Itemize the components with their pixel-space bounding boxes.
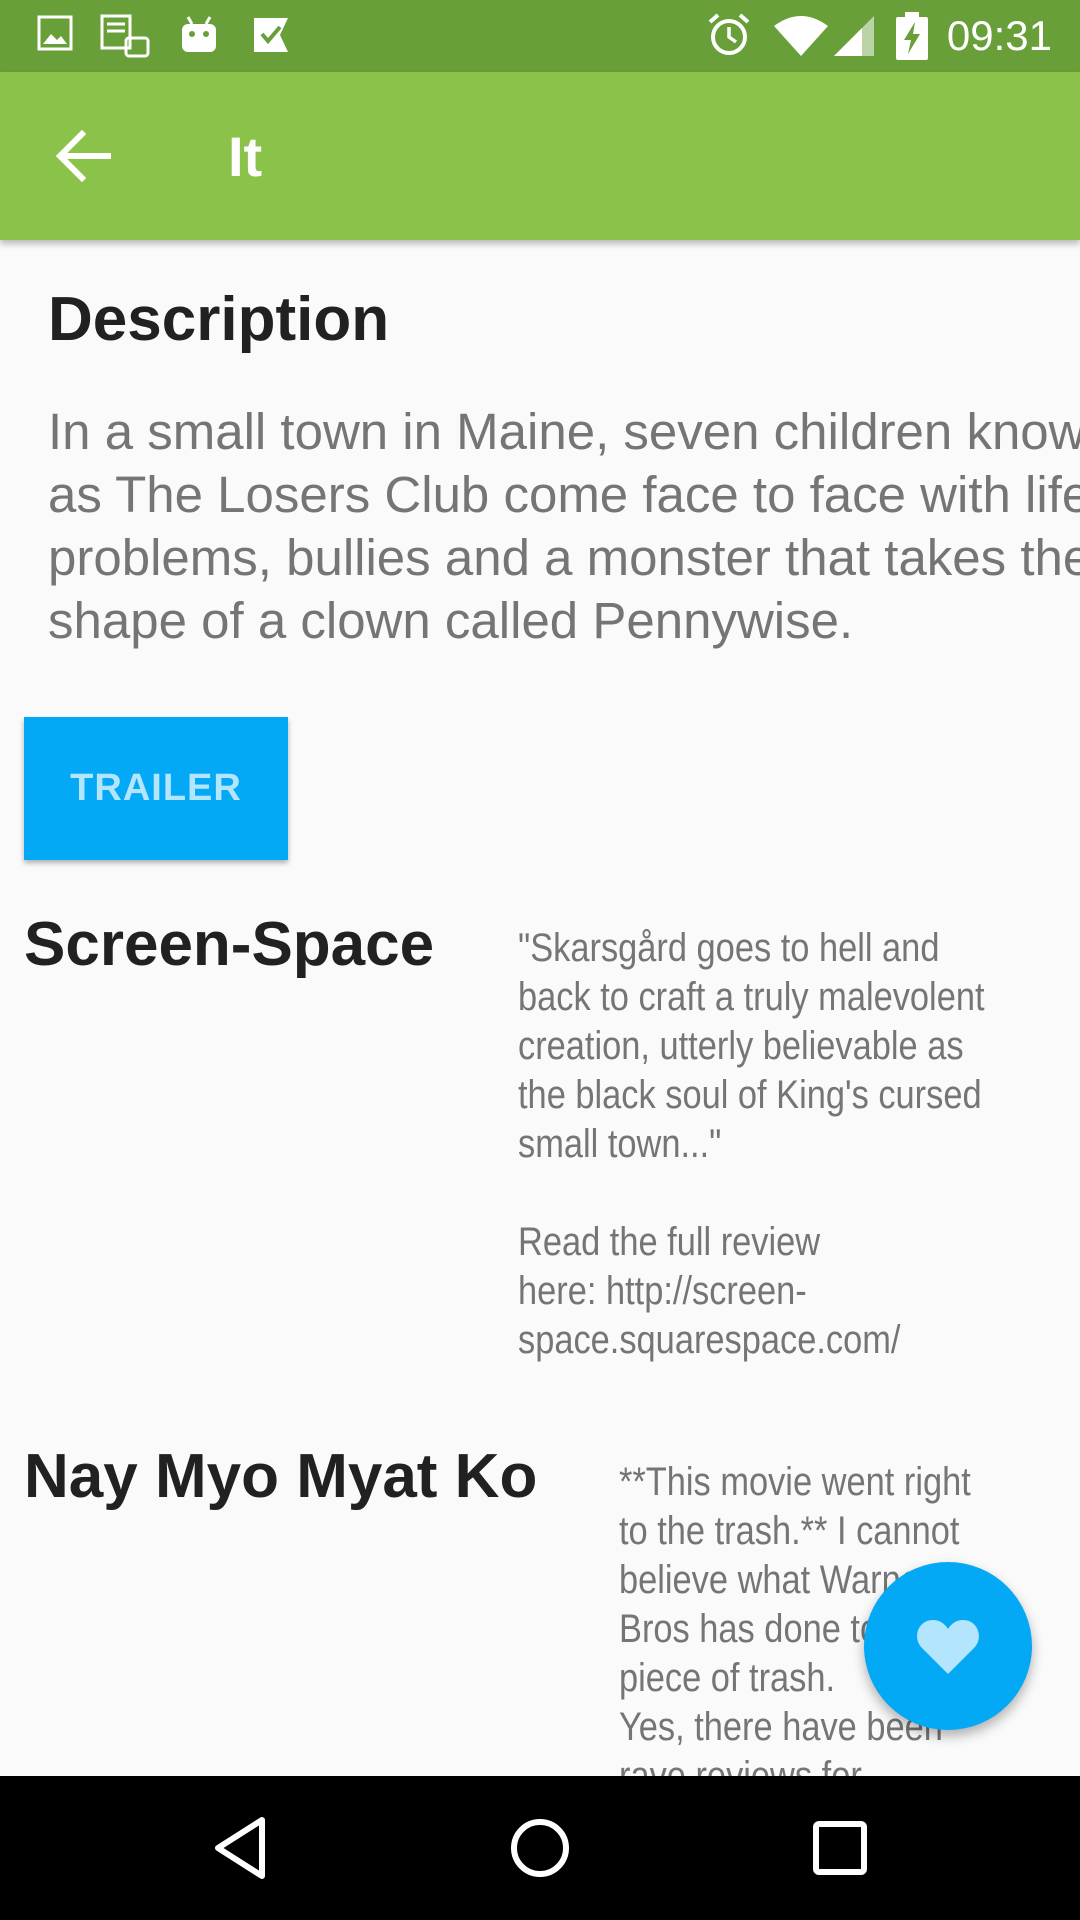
image-icon (37, 15, 73, 51)
page-title: It (228, 125, 263, 188)
clock-time: 09:31 (946, 12, 1052, 59)
movie-detail-content[interactable]: Description In a small town in Maine, se… (0, 240, 1080, 1776)
description-heading: Description (48, 285, 390, 354)
signal-icon (834, 16, 874, 56)
description-text: In a small town in Maine, seven children… (48, 403, 1080, 649)
recents-square-icon[interactable] (798, 1806, 882, 1890)
wifi-icon (774, 16, 828, 56)
back-arrow-icon[interactable] (52, 124, 116, 188)
checklist-icon (254, 18, 288, 52)
status-bar: 09:31 (0, 0, 1080, 72)
home-circle-icon[interactable] (498, 1806, 582, 1890)
trailer-button[interactable]: TRAILER (24, 717, 288, 860)
battery-charging-icon (896, 12, 928, 60)
review-content: "Skarsgård goes to hell and back to craf… (518, 926, 985, 1362)
android-icon (182, 16, 216, 52)
review-author: Screen-Space (24, 910, 435, 979)
review-author: Nay Myo Myat Ko (24, 1442, 538, 1511)
heart-icon (917, 1620, 979, 1674)
alarm-icon (708, 13, 750, 55)
app-bar: It (0, 72, 1080, 240)
sync-icon (100, 14, 150, 58)
favorite-button[interactable] (864, 1562, 1032, 1730)
back-triangle-icon[interactable] (200, 1806, 284, 1890)
navigation-bar (0, 1776, 1080, 1920)
